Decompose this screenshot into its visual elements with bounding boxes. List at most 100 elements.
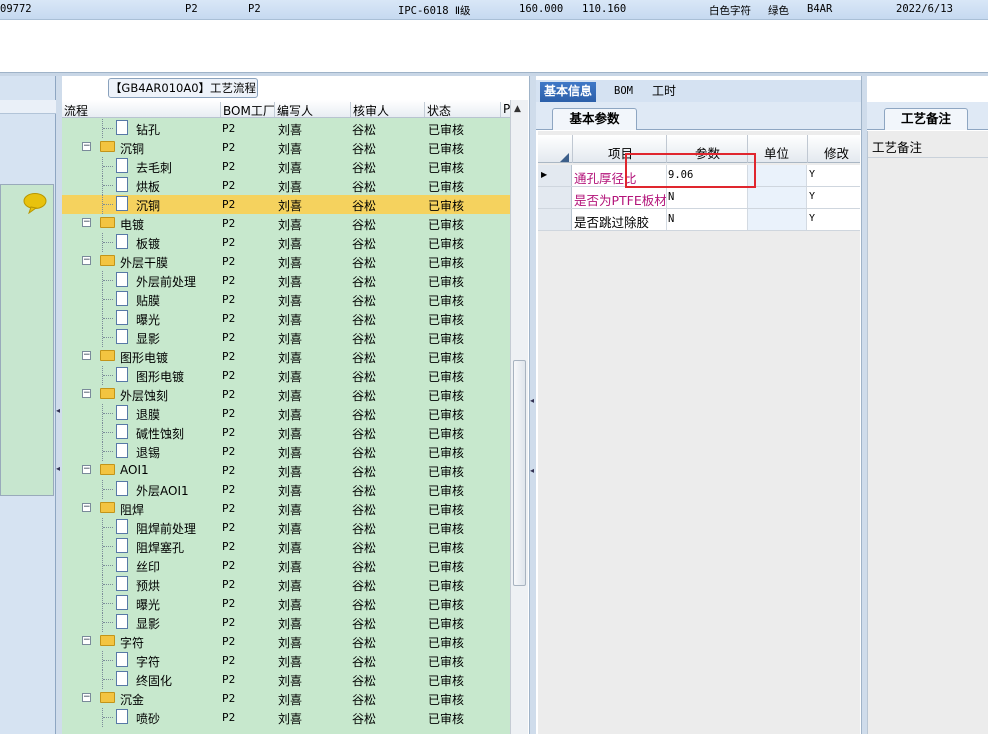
param-unit[interactable] — [747, 165, 807, 186]
record-summary-row[interactable]: 09772 P2 P2 IPC-6018 Ⅱ级 160.000 110.160 … — [0, 0, 988, 20]
collapse-node-icon[interactable]: − — [82, 693, 91, 702]
tree-col-process[interactable]: 流程 — [62, 102, 88, 118]
tree-row[interactable]: 贴膜 P2 刘喜 谷松 已审核 — [62, 290, 510, 309]
scrollbar-thumb[interactable] — [513, 360, 526, 586]
tree-row[interactable]: 曝光 P2 刘喜 谷松 已审核 — [62, 309, 510, 328]
params-grid[interactable]: 项目 参数 单位 修改 ▶ 通孔厚径比 9.06 Y 是否为PTFE板材 N Y 是否跳过除胶… — [538, 131, 860, 734]
tree-row-bom: P2 — [222, 540, 236, 553]
tree-row[interactable]: 喷砂 P2 刘喜 谷松 已审核 — [62, 708, 510, 727]
tree-row[interactable]: 阻焊前处理 P2 刘喜 谷松 已审核 — [62, 518, 510, 537]
tab-work-hours[interactable]: 工时 — [648, 82, 680, 102]
tree-row[interactable]: 外层AOI1 P2 刘喜 谷松 已审核 — [62, 480, 510, 499]
process-flow-title: 【GB4AR010A0】工艺流程 — [108, 78, 258, 98]
row-indicator[interactable] — [538, 187, 572, 208]
tree-row-bom: P2 — [222, 578, 236, 591]
tree-row[interactable]: − 电镀 P2 刘喜 谷松 已审核 — [62, 214, 510, 233]
tree-row[interactable]: 图形电镀 P2 刘喜 谷松 已审核 — [62, 366, 510, 385]
tree-row-writer: 刘喜 — [278, 427, 303, 441]
tree-col-p[interactable]: P — [500, 102, 510, 117]
row-indicator[interactable] — [538, 209, 572, 230]
tree-col-reviewer[interactable]: 核审人 — [350, 102, 389, 118]
tree-row-reviewer: 谷松 — [352, 446, 377, 460]
tree-row[interactable]: − 图形电镀 P2 刘喜 谷松 已审核 — [62, 347, 510, 366]
tree-row[interactable]: 字符 P2 刘喜 谷松 已审核 — [62, 651, 510, 670]
param-modify[interactable]: Y — [809, 213, 815, 224]
grid-col-modify[interactable]: 修改 — [824, 143, 849, 162]
param-modify[interactable]: Y — [809, 191, 815, 202]
document-icon — [116, 196, 128, 211]
tree-row[interactable]: 显影 P2 刘喜 谷松 已审核 — [62, 613, 510, 632]
tree-row[interactable]: − 字符 P2 刘喜 谷松 已审核 — [62, 632, 510, 651]
tree-row[interactable]: 钻孔 P2 刘喜 谷松 已审核 — [62, 119, 510, 138]
tree-row[interactable]: 退膜 P2 刘喜 谷松 已审核 — [62, 404, 510, 423]
tree-row[interactable]: 板镀 P2 刘喜 谷松 已审核 — [62, 233, 510, 252]
collapse-node-icon[interactable]: − — [82, 389, 91, 398]
tree-row[interactable]: − 外层干膜 P2 刘喜 谷松 已审核 — [62, 252, 510, 271]
collapse-middle-icon-2[interactable]: ◂ — [530, 466, 534, 475]
scroll-up-icon[interactable]: ▲ — [514, 104, 521, 114]
row-indicator[interactable]: ▶ — [538, 165, 572, 186]
tree-row[interactable]: − 阻焊 P2 刘喜 谷松 已审核 — [62, 499, 510, 518]
tree-row-name: 字符 — [120, 636, 145, 650]
tree-row[interactable]: − 外层蚀刻 P2 刘喜 谷松 已审核 — [62, 385, 510, 404]
tree-row-reviewer: 谷松 — [352, 123, 377, 137]
tree-col-writer[interactable]: 编写人 — [274, 102, 313, 118]
tree-row[interactable]: − AOI1 P2 刘喜 谷松 已审核 — [62, 461, 510, 480]
tree-row-name: AOI1 — [120, 463, 149, 477]
tree-col-bom[interactable]: BOM工厂 — [220, 102, 275, 118]
param-unit[interactable] — [747, 209, 807, 230]
param-row[interactable]: 是否为PTFE板材 N Y — [538, 187, 860, 209]
collapse-middle-icon[interactable]: ◂ — [530, 396, 534, 405]
tab-bom[interactable]: BOM — [610, 82, 637, 102]
tree-scrollbar[interactable]: ▲ — [510, 100, 528, 734]
collapse-node-icon[interactable]: − — [82, 351, 91, 360]
tree-row[interactable]: 去毛刺 P2 刘喜 谷松 已审核 — [62, 157, 510, 176]
param-value[interactable]: N — [668, 213, 674, 225]
horizontal-splitter[interactable] — [0, 72, 988, 76]
param-modify[interactable]: Y — [809, 169, 815, 180]
tree-row-bom: P2 — [222, 369, 236, 382]
tree-row[interactable]: 曝光 P2 刘喜 谷松 已审核 — [62, 594, 510, 613]
tab-basic-params[interactable]: 基本参数 — [552, 108, 637, 130]
tree-row-reviewer: 谷松 — [352, 465, 377, 479]
collapse-node-icon[interactable]: − — [82, 142, 91, 151]
tree-row[interactable]: 外层前处理 P2 刘喜 谷松 已审核 — [62, 271, 510, 290]
tree-row[interactable]: − 沉金 P2 刘喜 谷松 已审核 — [62, 689, 510, 708]
tab-process-remarks[interactable]: 工艺备注 — [884, 108, 968, 130]
tree-connector — [103, 185, 113, 186]
collapse-node-icon[interactable]: − — [82, 218, 91, 227]
param-value[interactable]: N — [668, 191, 674, 203]
tree-row-writer: 刘喜 — [278, 389, 303, 403]
collapse-node-icon[interactable]: − — [82, 503, 91, 512]
tree-row-writer: 刘喜 — [278, 598, 303, 612]
tree-row[interactable]: 碱性蚀刻 P2 刘喜 谷松 已审核 — [62, 423, 510, 442]
tree-row[interactable]: 终固化 P2 刘喜 谷松 已审核 — [62, 670, 510, 689]
tab-basic-info[interactable]: 基本信息 — [540, 82, 597, 102]
tree-row[interactable]: 丝印 P2 刘喜 谷松 已审核 — [62, 556, 510, 575]
tree-row[interactable]: 预烘 P2 刘喜 谷松 已审核 — [62, 575, 510, 594]
collapse-node-icon[interactable]: − — [82, 636, 91, 645]
folder-icon — [100, 464, 115, 475]
comment-icon[interactable] — [22, 192, 48, 214]
tree-col-status[interactable]: 状态 — [424, 102, 451, 118]
tree-row-bom: P2 — [222, 407, 236, 420]
grid-col-unit[interactable]: 单位 — [764, 143, 789, 162]
collapse-node-icon[interactable]: − — [82, 256, 91, 265]
tree-row-reviewer: 谷松 — [352, 617, 377, 631]
process-flow-tree[interactable]: 流程 BOM工厂 编写人 核审人 状态 P 钻孔 P2 刘喜 谷松 已审核 − 沉铜 P2 刘喜… — [62, 100, 510, 734]
collapse-left-icon[interactable]: ◂ — [56, 406, 60, 415]
tree-row-status: 已审核 — [428, 693, 465, 707]
tree-row[interactable]: 烘板 P2 刘喜 谷松 已审核 — [62, 176, 510, 195]
tree-row-writer: 刘喜 — [278, 693, 303, 707]
tree-row[interactable]: 显影 P2 刘喜 谷松 已审核 — [62, 328, 510, 347]
collapse-node-icon[interactable]: − — [82, 465, 91, 474]
param-unit[interactable] — [747, 187, 807, 208]
tree-row[interactable]: 退锡 P2 刘喜 谷松 已审核 — [62, 442, 510, 461]
middle-splitter[interactable]: ◂ ◂ — [529, 76, 536, 734]
tree-row[interactable]: 沉铜 P2 刘喜 谷松 已审核 — [62, 195, 510, 214]
process-remarks-panel[interactable]: 工艺备注 — [867, 131, 988, 734]
param-row[interactable]: 是否跳过除胶 N Y — [538, 209, 860, 231]
tree-row[interactable]: 阻焊塞孔 P2 刘喜 谷松 已审核 — [62, 537, 510, 556]
collapse-left-icon-2[interactable]: ◂ — [56, 464, 60, 473]
tree-row[interactable]: − 沉铜 P2 刘喜 谷松 已审核 — [62, 138, 510, 157]
